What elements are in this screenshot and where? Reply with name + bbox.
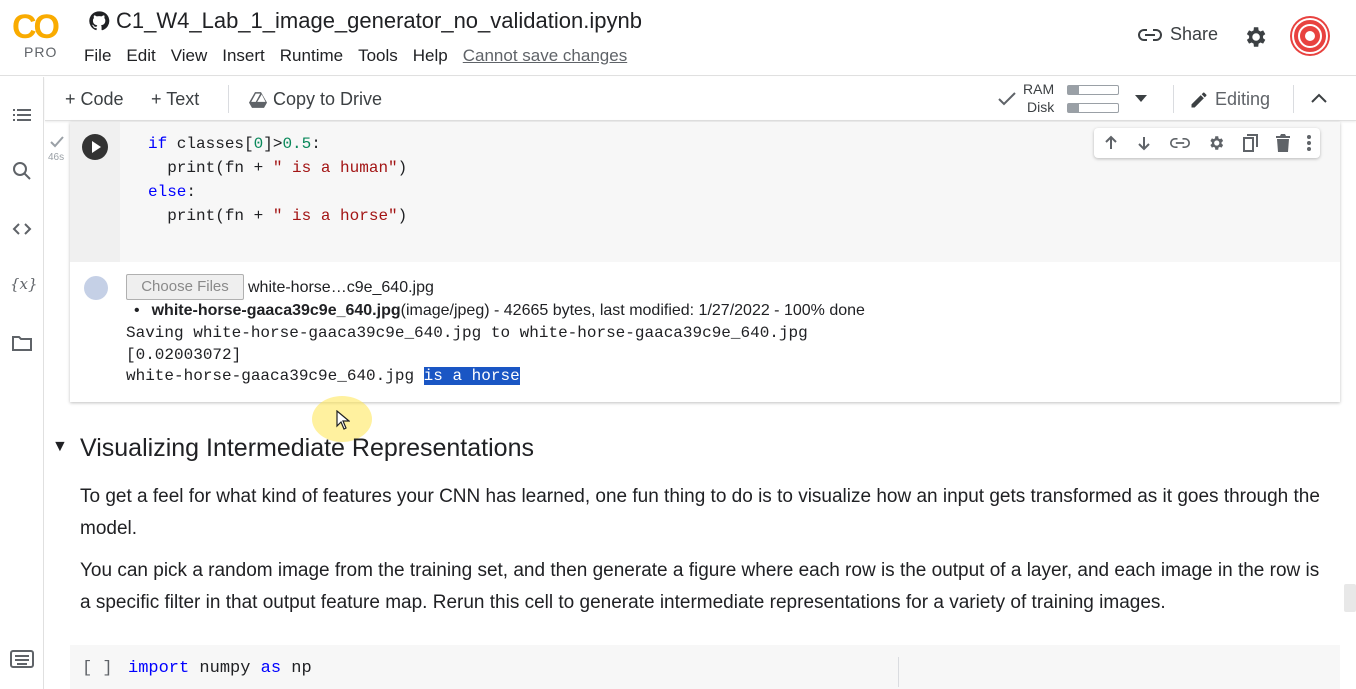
header-bar: CO PRO C1_W4_Lab_1_image_generator_no_va… xyxy=(0,0,1356,76)
menu-runtime[interactable]: Runtime xyxy=(280,46,350,66)
result-prefix: white-horse-gaaca39c9e_640.jpg xyxy=(126,367,424,385)
connected-check-icon xyxy=(998,92,1016,106)
search-icon[interactable] xyxy=(10,159,34,183)
code-line: print(fn + " is a horse") xyxy=(148,207,408,225)
settings-gear-icon[interactable] xyxy=(1242,24,1268,50)
code-snippets-icon[interactable] xyxy=(10,217,34,241)
user-avatar[interactable] xyxy=(1290,16,1330,56)
share-button[interactable]: Share xyxy=(1138,24,1218,45)
add-text-label: + Text xyxy=(151,89,200,109)
github-icon xyxy=(89,11,110,31)
link-icon xyxy=(1138,28,1162,41)
mouse-pointer-icon xyxy=(336,410,350,430)
mirror-cell-icon[interactable] xyxy=(1242,134,1259,152)
run-cell-bracket[interactable]: [ ] xyxy=(82,659,113,678)
files-folder-icon[interactable] xyxy=(10,331,34,355)
disk-label: Disk xyxy=(1027,99,1055,115)
notebook-title[interactable]: C1_W4_Lab_1_image_generator_no_validatio… xyxy=(116,8,642,34)
cell-settings-icon[interactable] xyxy=(1207,134,1225,152)
code-line: else: xyxy=(148,183,197,201)
resource-monitor[interactable]: RAM Disk xyxy=(998,81,1195,117)
section-collapse-chevron-icon[interactable]: ▼ xyxy=(52,438,68,456)
choose-files-button[interactable]: Choose Files xyxy=(126,274,244,300)
notebook-toolbar: + Code + Text Copy to Drive RAM Disk Edi… xyxy=(45,77,1356,121)
ram-usage-bar xyxy=(1067,85,1119,95)
menu-view[interactable]: View xyxy=(171,46,215,66)
move-up-icon[interactable] xyxy=(1103,135,1119,151)
ram-label: RAM xyxy=(1023,81,1055,97)
move-down-icon[interactable] xyxy=(1136,135,1152,151)
notebook-title-row: C1_W4_Lab_1_image_generator_no_validatio… xyxy=(88,8,642,34)
command-palette-icon[interactable] xyxy=(10,650,34,668)
section-heading: Visualizing Intermediate Representations xyxy=(80,434,534,462)
table-of-contents-icon[interactable] xyxy=(10,103,34,127)
list-bullet: • xyxy=(134,302,140,319)
menu-bar: File Edit View Insert Runtime Tools Help… xyxy=(84,46,642,66)
upload-status-line: • white-horse-gaaca39c9e_640.jpg(image/jp… xyxy=(134,302,865,320)
add-code-button[interactable]: + Code xyxy=(65,89,124,110)
section-paragraph: To get a feel for what kind of features … xyxy=(80,486,1320,539)
prediction-line: [0.02003072] xyxy=(126,346,242,364)
colab-logo[interactable]: CO PRO xyxy=(12,8,68,64)
run-cell-button[interactable] xyxy=(82,134,108,160)
upload-filename: white-horse-gaaca39c9e_640.jpg xyxy=(151,302,401,319)
logo-pro-label: PRO xyxy=(24,44,58,60)
variables-icon[interactable]: {x} xyxy=(10,275,38,299)
code-cell[interactable]: 46s if classes[0]>0.5: print(fn + " is a… xyxy=(48,122,1340,402)
menu-help[interactable]: Help xyxy=(413,46,455,66)
chosen-file-name: white-horse…c9e_640.jpg xyxy=(248,279,434,296)
menu-file[interactable]: File xyxy=(84,46,118,66)
more-options-icon[interactable] xyxy=(1307,135,1312,151)
link-cell-icon[interactable] xyxy=(1169,137,1190,149)
drive-icon xyxy=(249,91,267,108)
left-sidebar: {x} xyxy=(0,77,44,689)
cell-toolbar xyxy=(1094,128,1320,158)
section-paragraph: You can pick a random image from the tra… xyxy=(80,560,1320,613)
disk-usage-bar xyxy=(1067,103,1119,113)
result-line: white-horse-gaaca39c9e_640.jpg is a hors… xyxy=(126,367,520,385)
ram-usage-fill xyxy=(1068,86,1079,94)
play-icon xyxy=(92,141,101,153)
pencil-icon xyxy=(1191,92,1207,107)
toolbar-divider xyxy=(1293,85,1294,113)
add-text-button[interactable]: + Text xyxy=(151,89,199,110)
cell-gutter xyxy=(70,122,120,262)
saving-line: Saving white-horse-gaaca39c9e_640.jpg to… xyxy=(126,324,808,342)
menu-insert[interactable]: Insert xyxy=(222,46,272,66)
chevron-up-icon[interactable] xyxy=(1311,93,1327,103)
add-code-label: + Code xyxy=(65,89,124,109)
copy-to-drive-label: Copy to Drive xyxy=(273,89,383,109)
editing-mode-button[interactable]: Editing xyxy=(1189,89,1270,110)
code-line: import numpy as np xyxy=(128,659,312,678)
scrollbar-thumb[interactable] xyxy=(1344,584,1356,612)
chevron-down-icon[interactable] xyxy=(1135,95,1147,103)
save-status-link[interactable]: Cannot save changes xyxy=(463,46,634,66)
output-avatar-icon xyxy=(84,276,108,300)
code-line: print(fn + " is a human") xyxy=(148,159,408,177)
next-code-cell[interactable]: [ ] import numpy as np xyxy=(70,645,1340,689)
upload-details: (image/jpeg) - 42665 bytes, last modifie… xyxy=(400,302,865,319)
delete-icon[interactable] xyxy=(1275,134,1290,152)
cell-output: Choose Files white-horse…c9e_640.jpg • wh… xyxy=(70,262,1340,402)
toolbar-divider xyxy=(1173,85,1174,113)
code-text[interactable]: if classes[0]>0.5: print(fn + " is a hum… xyxy=(148,132,407,228)
toolbar-divider xyxy=(228,85,229,113)
editing-label: Editing xyxy=(1215,89,1271,109)
cell-divider xyxy=(898,657,899,687)
executed-check-icon xyxy=(50,136,64,148)
execution-time: 46s xyxy=(48,152,65,163)
avatar-pattern-icon xyxy=(1292,18,1328,54)
logo-text: CO xyxy=(12,8,60,46)
share-label: Share xyxy=(1170,24,1219,44)
disk-usage-fill xyxy=(1068,104,1079,112)
result-selection[interactable]: is a horse xyxy=(423,367,520,385)
copy-to-drive-button[interactable]: Copy to Drive xyxy=(249,89,382,110)
menu-tools[interactable]: Tools xyxy=(358,46,405,66)
code-line: if classes[0]>0.5: xyxy=(148,135,321,153)
menu-edit[interactable]: Edit xyxy=(126,46,162,66)
